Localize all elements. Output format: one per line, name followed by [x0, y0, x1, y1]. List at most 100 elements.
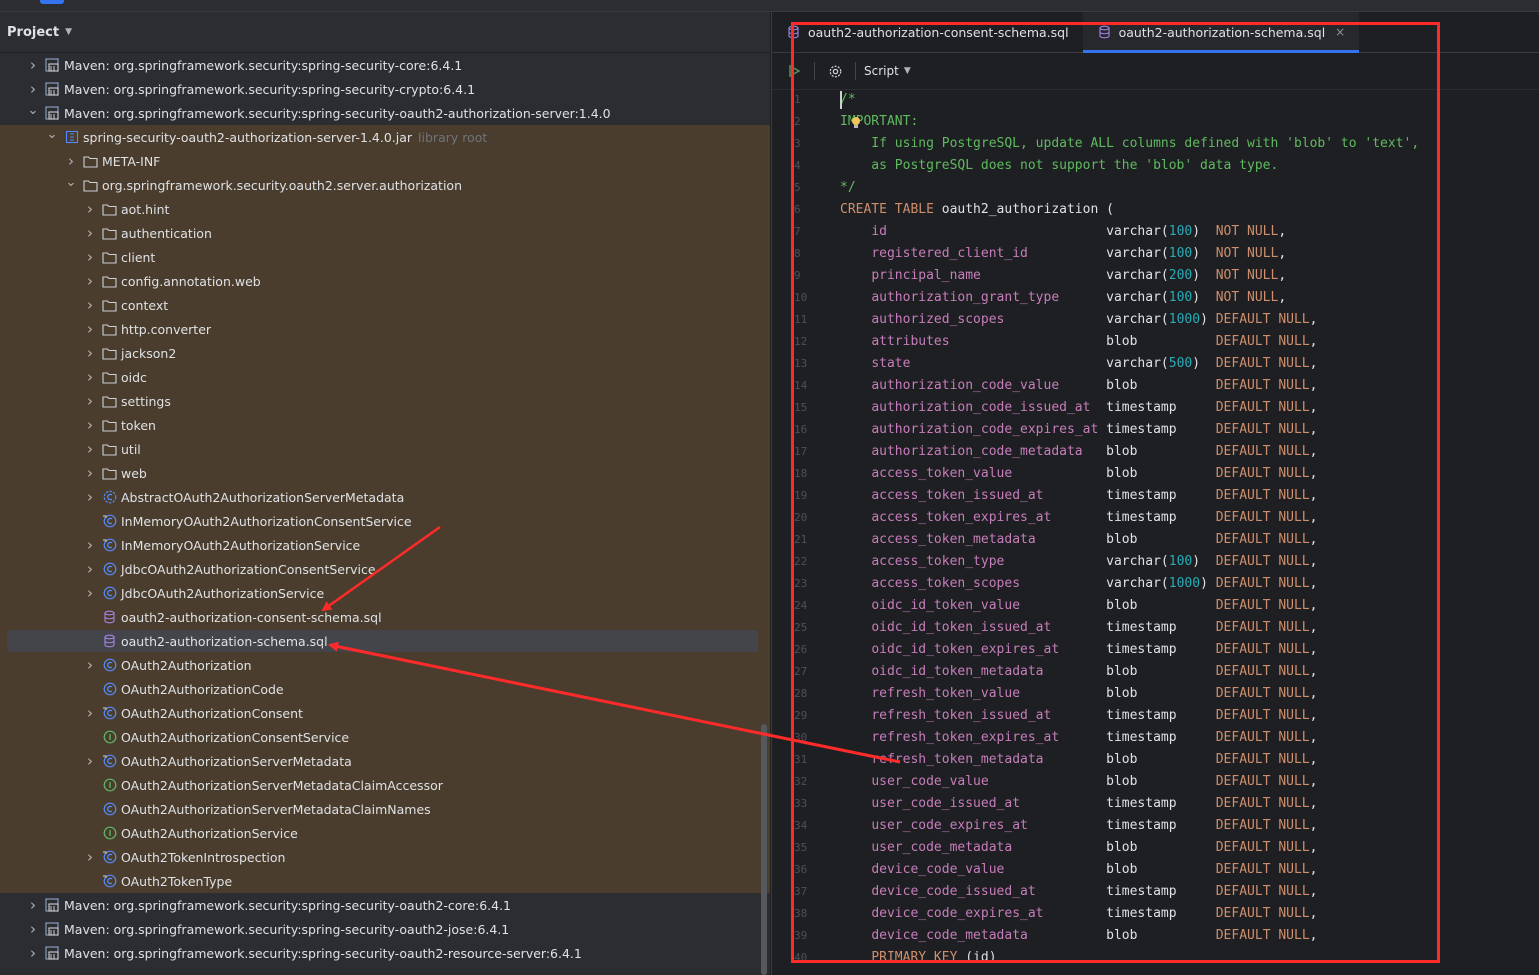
editor-tab[interactable]: oauth2-authorization-consent-schema.sql — [772, 12, 1083, 52]
lightbulb-icon[interactable] — [851, 116, 861, 133]
tree-item[interactable]: ⌄ org.springframework.security.oauth2.ser… — [0, 173, 770, 197]
code-line[interactable]: access_token_value blob DEFAULT NULL, — [840, 463, 1539, 485]
code-line[interactable]: access_token_scopes varchar(1000) DEFAUL… — [840, 573, 1539, 595]
tree-item[interactable]: oauth2-authorization-consent-schema.sql — [0, 605, 770, 629]
tree-item[interactable]: › jackson2 — [0, 341, 770, 365]
code-line[interactable]: refresh_token_metadata blob DEFAULT NULL… — [840, 749, 1539, 771]
chevron-down-icon[interactable]: ▼ — [65, 27, 72, 37]
code-line[interactable]: access_token_expires_at timestamp DEFAUL… — [840, 507, 1539, 529]
code-line[interactable]: principal_name varchar(200) NOT NULL, — [840, 265, 1539, 287]
chevron-down-icon[interactable]: ⌄ — [64, 175, 78, 190]
tree-item[interactable]: › util — [0, 437, 770, 461]
chevron-down-icon[interactable]: ⌄ — [26, 103, 40, 118]
code-line[interactable]: authorization_grant_type varchar(100) NO… — [840, 287, 1539, 309]
tree-item[interactable]: InMemoryOAuth2AuthorizationConsentServic… — [0, 509, 770, 533]
tree-item[interactable]: › client — [0, 245, 770, 269]
code-line[interactable]: authorization_code_expires_at timestamp … — [840, 419, 1539, 441]
chevron-right-icon[interactable]: › — [26, 920, 40, 938]
code-line[interactable]: oidc_id_token_expires_at timestamp DEFAU… — [840, 639, 1539, 661]
tree-item[interactable]: › context — [0, 293, 770, 317]
code-line[interactable]: user_code_value blob DEFAULT NULL, — [840, 771, 1539, 793]
chevron-right-icon[interactable]: › — [83, 704, 97, 722]
code-line[interactable]: access_token_issued_at timestamp DEFAULT… — [840, 485, 1539, 507]
chevron-right-icon[interactable]: › — [83, 320, 97, 338]
code-line[interactable]: state varchar(500) DEFAULT NULL, — [840, 353, 1539, 375]
code-line[interactable]: oidc_id_token_value blob DEFAULT NULL, — [840, 595, 1539, 617]
gear-icon[interactable] — [823, 59, 847, 83]
tree-item[interactable]: › OAuth2TokenIntrospection — [0, 845, 770, 869]
project-header[interactable]: Project ▼ — [0, 12, 770, 53]
tree-item[interactable]: › Maven: org.springframework.security:spr… — [0, 941, 770, 965]
tree-item[interactable]: › JdbcOAuth2AuthorizationService — [0, 581, 770, 605]
tree-item[interactable]: › oidc — [0, 365, 770, 389]
code-line[interactable]: refresh_token_value blob DEFAULT NULL, — [840, 683, 1539, 705]
code-line[interactable]: */ — [840, 177, 1539, 199]
code-line[interactable]: PRIMARY KEY (id) — [840, 947, 1539, 969]
tree-item[interactable]: oauth2-authorization-schema.sql — [0, 629, 770, 653]
chevron-right-icon[interactable]: › — [83, 440, 97, 458]
chevron-down-icon[interactable]: ⌄ — [45, 127, 59, 142]
code-line[interactable]: registered_client_id varchar(100) NOT NU… — [840, 243, 1539, 265]
chevron-right-icon[interactable]: › — [83, 752, 97, 770]
chevron-right-icon[interactable]: › — [83, 848, 97, 866]
chevron-right-icon[interactable]: › — [83, 296, 97, 314]
code-line[interactable]: user_code_issued_at timestamp DEFAULT NU… — [840, 793, 1539, 815]
tree-item[interactable]: › authentication — [0, 221, 770, 245]
chevron-right-icon[interactable]: › — [26, 56, 40, 74]
chevron-right-icon[interactable]: › — [83, 656, 97, 674]
chevron-right-icon[interactable]: › — [26, 944, 40, 962]
chevron-right-icon[interactable]: › — [83, 224, 97, 242]
code-line[interactable]: authorized_scopes varchar(1000) DEFAULT … — [840, 309, 1539, 331]
code-line[interactable]: oidc_id_token_metadata blob DEFAULT NULL… — [840, 661, 1539, 683]
code-line[interactable]: oidc_id_token_issued_at timestamp DEFAUL… — [840, 617, 1539, 639]
editor-tab-active[interactable]: oauth2-authorization-schema.sql × — [1082, 12, 1360, 53]
tree-item[interactable]: ⌄ Maven: org.springframework.security:spr… — [0, 101, 770, 125]
tree-item[interactable]: › OAuth2AuthorizationConsent — [0, 701, 770, 725]
tree-item[interactable]: › JdbcOAuth2AuthorizationConsentService — [0, 557, 770, 581]
chevron-right-icon[interactable]: › — [83, 392, 97, 410]
tree-item[interactable]: OAuth2AuthorizationServerMetadataClaimNa… — [0, 797, 770, 821]
chevron-right-icon[interactable]: › — [83, 200, 97, 218]
tree-item[interactable]: › aot.hint — [0, 197, 770, 221]
code-line[interactable]: as PostgreSQL does not support the 'blob… — [840, 155, 1539, 177]
tree-item[interactable]: › OAuth2AuthorizationServerMetadata — [0, 749, 770, 773]
chevron-right-icon[interactable]: › — [83, 368, 97, 386]
chevron-right-icon[interactable]: › — [83, 272, 97, 290]
code-line[interactable]: refresh_token_expires_at timestamp DEFAU… — [840, 727, 1539, 749]
code-area[interactable]: 1 2 3 4 5 6 7 8 9 10 11 12 13 14 15 16 17 18 19 20 21 22 23 24 2… — [772, 89, 1539, 975]
code-line[interactable]: refresh_token_issued_at timestamp DEFAUL… — [840, 705, 1539, 727]
chevron-right-icon[interactable]: › — [64, 152, 78, 170]
code-text[interactable]: /* IMPORTANT: If using PostgreSQL, update… — [840, 89, 1539, 969]
code-line[interactable]: authorization_code_issued_at timestamp D… — [840, 397, 1539, 419]
tree-item[interactable]: ⌄ spring-security-oauth2-authorization-se… — [0, 125, 770, 149]
code-line[interactable]: If using PostgreSQL, update ALL columns … — [840, 133, 1539, 155]
code-line[interactable]: device_code_issued_at timestamp DEFAULT … — [840, 881, 1539, 903]
chevron-right-icon[interactable]: › — [26, 80, 40, 98]
tree-item[interactable]: › http.converter — [0, 317, 770, 341]
tree-item[interactable]: › META-INF — [0, 149, 770, 173]
code-line[interactable]: attributes blob DEFAULT NULL, — [840, 331, 1539, 353]
code-line[interactable]: id varchar(100) NOT NULL, — [840, 221, 1539, 243]
tree-item[interactable]: OAuth2AuthorizationCode — [0, 677, 770, 701]
chevron-right-icon[interactable]: › — [83, 416, 97, 434]
tree-item[interactable]: › web — [0, 461, 770, 485]
code-line[interactable]: access_token_metadata blob DEFAULT NULL, — [840, 529, 1539, 551]
code-line[interactable]: device_code_metadata blob DEFAULT NULL, — [840, 925, 1539, 947]
project-scrollbar[interactable] — [761, 724, 767, 975]
chevron-right-icon[interactable]: › — [83, 344, 97, 362]
chevron-right-icon[interactable]: › — [83, 560, 97, 578]
tree-item[interactable]: OAuth2AuthorizationService — [0, 821, 770, 845]
code-line[interactable]: device_code_expires_at timestamp DEFAULT… — [840, 903, 1539, 925]
code-line[interactable]: CREATE TABLE oauth2_authorization ( — [840, 199, 1539, 221]
tree-item[interactable]: › config.annotation.web — [0, 269, 770, 293]
run-icon[interactable] — [782, 59, 806, 83]
code-line[interactable]: authorization_code_value blob DEFAULT NU… — [840, 375, 1539, 397]
tree-item[interactable]: › Maven: org.springframework.security:spr… — [0, 893, 770, 917]
tree-item[interactable]: › settings — [0, 389, 770, 413]
code-line[interactable]: IMPORTANT: — [840, 111, 1539, 133]
chevron-right-icon[interactable]: › — [83, 248, 97, 266]
chevron-right-icon[interactable]: › — [26, 896, 40, 914]
chevron-right-icon[interactable]: › — [83, 464, 97, 482]
tree-item[interactable]: OAuth2AuthorizationServerMetadataClaimAc… — [0, 773, 770, 797]
chevron-right-icon[interactable]: › — [83, 584, 97, 602]
